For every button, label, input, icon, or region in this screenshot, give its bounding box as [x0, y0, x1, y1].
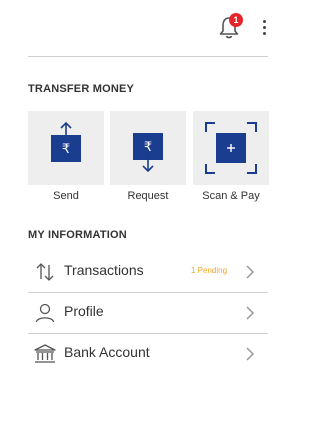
send-label: Send [53, 190, 79, 202]
my-information-title: MY INFORMATION [28, 229, 127, 241]
transfer-money-title: TRANSFER MONEY [28, 83, 135, 95]
scan-pay-label: Scan & Pay [202, 190, 260, 202]
rupee-send-icon: ₹ [51, 121, 81, 162]
request-label: Request [127, 190, 169, 202]
chevron-right-icon [246, 306, 255, 320]
more-options-icon[interactable] [257, 18, 271, 38]
transactions-icon [36, 263, 54, 281]
scan-icon [205, 122, 257, 174]
scan-pay-tile[interactable] [193, 111, 269, 185]
chevron-right-icon [246, 347, 255, 361]
header-divider [28, 56, 268, 57]
bank-account-label: Bank Account [64, 344, 150, 360]
rupee-request-icon: ₹ [133, 133, 163, 173]
svg-text:₹: ₹ [62, 142, 70, 157]
request-tile[interactable]: ₹ [110, 111, 186, 185]
top-bar: 1 [0, 0, 297, 56]
send-tile[interactable]: ₹ [28, 111, 104, 185]
notification-badge: 1 [229, 13, 243, 27]
profile-label: Profile [64, 303, 104, 319]
transactions-label: Transactions [64, 262, 144, 278]
transactions-row[interactable]: Transactions 1 Pending [28, 252, 268, 292]
pending-badge: 1 Pending [191, 266, 228, 275]
profile-row[interactable]: Profile [28, 293, 268, 333]
chevron-right-icon [246, 265, 255, 279]
user-icon [35, 303, 55, 323]
bank-account-row[interactable]: Bank Account [28, 334, 268, 374]
bank-icon [34, 344, 56, 363]
